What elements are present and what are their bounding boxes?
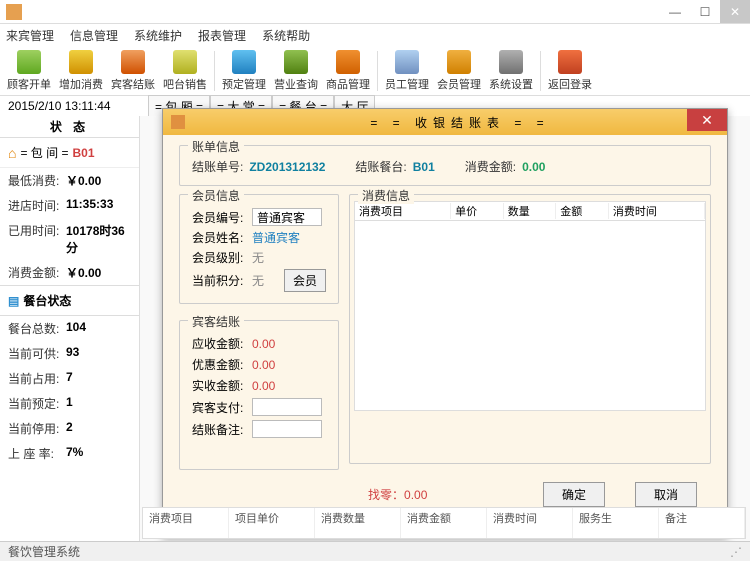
tb-query[interactable]: 营业查询	[271, 48, 321, 94]
member-button[interactable]: 会员	[284, 269, 326, 292]
order-icon	[17, 50, 41, 74]
toolbar: 顾客开单 增加消费 宾客结账 吧台销售 预定管理 营业查询 商品管理 员工管理 …	[0, 46, 750, 96]
menu-bar: 来宾管理 信息管理 系统维护 报表管理 系统帮助	[0, 24, 750, 46]
tb-reserve[interactable]: 预定管理	[219, 48, 269, 94]
add-icon	[69, 50, 93, 74]
tb-staff[interactable]: 员工管理	[382, 48, 432, 94]
maximize-button[interactable]: ☐	[690, 0, 720, 23]
table-state-header: ▤餐台状态	[0, 285, 139, 316]
consume-info-group: 消费信息 消费项目 单价 数量 金额 消费时间	[349, 194, 711, 464]
sidebar-header: 状 态	[0, 116, 139, 138]
app-icon	[6, 4, 22, 20]
tb-bar-sale[interactable]: 吧台销售	[160, 48, 210, 94]
menu-guest[interactable]: 来宾管理	[6, 27, 54, 44]
row-disabled: 当前停用:2	[0, 416, 139, 441]
query-icon	[284, 50, 308, 74]
member-level: 无	[252, 249, 264, 266]
row-enter-time: 进店时间:11:35:33	[0, 193, 139, 218]
dialog-title: = = 收银结账表 = =	[193, 114, 727, 131]
exit-icon	[558, 50, 582, 74]
bill-table: B01	[413, 160, 435, 174]
member-points: 无	[252, 272, 264, 289]
bill-amount: 0.00	[522, 160, 545, 174]
dialog-icon	[171, 115, 185, 129]
discount-amount: 0.00	[252, 358, 275, 372]
window-titlebar: — ☐ ✕	[0, 0, 750, 24]
goods-icon	[336, 50, 360, 74]
tb-open-order[interactable]: 顾客开单	[4, 48, 54, 94]
bottom-grid-header: 消费项目项目单价消费数量 消费金额消费时间服务生备注	[142, 507, 746, 539]
staff-icon	[395, 50, 419, 74]
home-icon: ⌂	[8, 145, 16, 161]
member-name: 普通宾客	[252, 229, 300, 246]
table-icon: ▤	[8, 294, 19, 308]
tb-goods[interactable]: 商品管理	[323, 48, 373, 94]
due-amount: 0.00	[252, 337, 275, 351]
close-button[interactable]: ✕	[720, 0, 750, 23]
gear-icon	[499, 50, 523, 74]
tb-add-consume[interactable]: 增加消费	[56, 48, 106, 94]
checkout-icon	[121, 50, 145, 74]
menu-report[interactable]: 报表管理	[198, 27, 246, 44]
row-reserved: 当前预定:1	[0, 391, 139, 416]
minimize-button[interactable]: —	[660, 0, 690, 23]
checkout-dialog: = = 收银结账表 = = ✕ 账单信息 结账单号:ZD201312132 结账…	[162, 108, 728, 538]
tb-member[interactable]: 会员管理	[434, 48, 484, 94]
bar-icon	[173, 50, 197, 74]
status-bar: 餐饮管理系统 ⋰	[0, 541, 750, 561]
tb-settings[interactable]: 系统设置	[486, 48, 536, 94]
dialog-titlebar[interactable]: = = 收银结账表 = = ✕	[163, 109, 727, 135]
dialog-close-button[interactable]: ✕	[687, 109, 727, 131]
member-info-group: 会员信息 会员编号:普通宾客 会员姓名:普通宾客 会员级别:无 当前积分:无会员	[179, 194, 339, 304]
menu-info[interactable]: 信息管理	[70, 27, 118, 44]
row-total: 餐台总数:104	[0, 316, 139, 341]
row-occupied: 当前占用:7	[0, 366, 139, 391]
real-amount: 0.00	[252, 379, 275, 393]
row-amount: 消费金额:￥0.00	[0, 260, 139, 285]
change-value: 0.00	[404, 488, 427, 502]
note-input[interactable]	[252, 420, 322, 438]
menu-help[interactable]: 系统帮助	[262, 27, 310, 44]
status-text: 餐饮管理系统	[8, 543, 80, 560]
payment-input[interactable]	[252, 398, 322, 416]
row-used-time: 已用时间:10178时36分	[0, 218, 139, 260]
consume-table-header: 消费项目 单价 数量 金额 消费时间	[354, 201, 706, 221]
bill-info-group: 账单信息 结账单号:ZD201312132 结账餐台:B01 消费金额:0.00	[179, 145, 711, 186]
menu-system[interactable]: 系统维护	[134, 27, 182, 44]
resize-grip[interactable]: ⋰	[730, 545, 742, 559]
timestamp: 2015/2/10 13:11:44	[8, 99, 148, 113]
room-number: B01	[73, 146, 95, 160]
reserve-icon	[232, 50, 256, 74]
cancel-button[interactable]: 取消	[635, 482, 697, 507]
tb-logout[interactable]: 返回登录	[545, 48, 595, 94]
settle-group: 宾客结账 应收金额:0.00 优惠金额:0.00 实收金额:0.00 宾客支付:…	[179, 320, 339, 470]
sidebar: 状 态 ⌂ = 包 间 = B01 最低消费:￥0.00 进店时间:11:35:…	[0, 116, 140, 542]
member-id-input[interactable]: 普通宾客	[252, 208, 322, 226]
room-header: ⌂ = 包 间 = B01	[0, 138, 139, 168]
row-avail: 当前可供:93	[0, 341, 139, 366]
row-occupancy: 上 座 率:7%	[0, 441, 139, 466]
bill-no: ZD201312132	[249, 160, 325, 174]
row-min-consume: 最低消费:￥0.00	[0, 168, 139, 193]
ok-button[interactable]: 确定	[543, 482, 605, 507]
tb-checkout[interactable]: 宾客结账	[108, 48, 158, 94]
consume-table-body[interactable]	[354, 221, 706, 411]
content-area: = = 收银结账表 = = ✕ 账单信息 结账单号:ZD201312132 结账…	[140, 116, 750, 542]
member-icon	[447, 50, 471, 74]
